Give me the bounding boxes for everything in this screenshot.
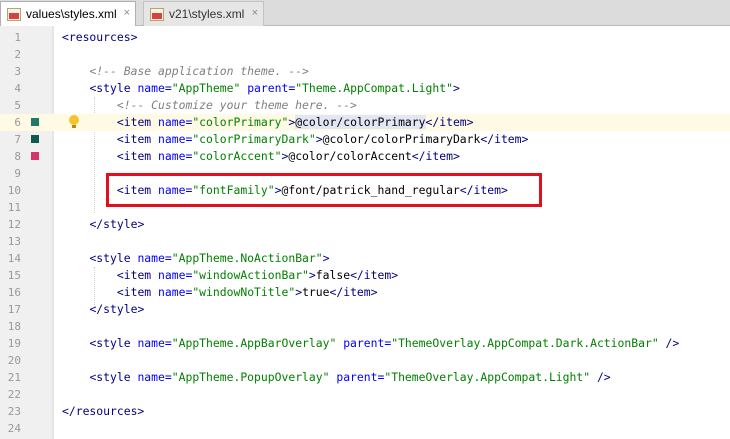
code-line-16[interactable]: 16 <item name="windowNoTitle">true</item… [0,284,730,301]
code-text: <item name="colorPrimary">@color/colorPr… [116,115,474,129]
tab-label: values\styles.xml [26,7,117,21]
line-number: 15 [7,269,21,282]
line-number: 20 [7,354,21,367]
code-text: </style> [89,217,145,231]
code-line-2[interactable]: 2 [0,46,730,63]
code-line-22[interactable]: 22 [0,386,730,403]
code-text: <item name="colorAccent">@color/colorAcc… [116,149,460,163]
line-number: 2 [14,48,21,61]
code-line-4[interactable]: 4 <style name="AppTheme" parent="Theme.A… [0,80,730,97]
line-number: 10 [7,184,21,197]
code-text: </style> [89,302,145,316]
tab-values-styles-xml[interactable]: values\styles.xml × [0,1,136,26]
close-icon[interactable]: × [252,7,258,19]
line-number: 11 [7,201,21,214]
code-text: <item name="windowActionBar">false</item… [116,268,399,282]
code-line-20[interactable]: 20 [0,352,730,369]
line-number: 16 [7,286,21,299]
line-number: 4 [14,82,21,95]
code-line-18[interactable]: 18 [0,318,730,335]
xml-file-icon [7,7,21,21]
code-text: <!-- Customize your theme here. --> [116,98,357,112]
line-number: 21 [7,371,21,384]
color-swatch-icon[interactable] [31,135,39,143]
code-line-1[interactable]: 1 <resources> [0,29,730,46]
line-number: 17 [7,303,21,316]
code-text: <style name="AppTheme.NoActionBar"> [89,251,330,265]
code-text: <!-- Base application theme. --> [89,64,309,78]
color-swatch-icon[interactable] [31,118,39,126]
code-line-24[interactable]: 24 [0,420,730,437]
code-line-6[interactable]: 6 <item name="colorPrimary">@color/color… [0,114,730,131]
code-line-19[interactable]: 19 <style name="AppTheme.AppBarOverlay" … [0,335,730,352]
code-line-21[interactable]: 21 <style name="AppTheme.PopupOverlay" p… [0,369,730,386]
line-number: 5 [14,99,21,112]
code-line-3[interactable]: 3 <!-- Base application theme. --> [0,63,730,80]
line-number: 3 [14,65,21,78]
code-text: <item name="windowNoTitle">true</item> [116,285,378,299]
code-text: <resources> [62,30,138,44]
highlight-box [106,173,542,207]
line-number: 1 [14,31,21,44]
line-number: 19 [7,337,21,350]
line-number: 6 [14,116,21,129]
close-icon[interactable]: × [124,7,130,19]
editor-tab-bar: values\styles.xml × v21\styles.xml × [0,0,730,26]
line-number: 12 [7,218,21,231]
code-line-7[interactable]: 7 <item name="colorPrimaryDark">@color/c… [0,131,730,148]
tab-label: v21\styles.xml [169,7,245,21]
code-line-5[interactable]: 5 <!-- Customize your theme here. --> [0,97,730,114]
line-number: 23 [7,405,21,418]
line-number: 8 [14,150,21,163]
line-number: 7 [14,133,21,146]
code-line-12[interactable]: 12 </style> [0,216,730,233]
code-text: <item name="colorPrimaryDark">@color/col… [116,132,529,146]
line-number: 14 [7,252,21,265]
code-text: <style name="AppTheme" parent="Theme.App… [89,81,460,95]
code-line-13[interactable]: 13 [0,233,730,250]
code-line-8[interactable]: 8 <item name="colorAccent">@color/colorA… [0,148,730,165]
line-number: 9 [14,167,21,180]
code-line-14[interactable]: 14 <style name="AppTheme.NoActionBar"> [0,250,730,267]
xml-file-icon [150,7,164,21]
code-line-23[interactable]: 23 </resources> [0,403,730,420]
line-number: 13 [7,235,21,248]
code-text: </resources> [62,404,145,418]
code-line-15[interactable]: 15 <item name="windowActionBar">false</i… [0,267,730,284]
code-text: <style name="AppTheme.AppBarOverlay" par… [89,336,680,350]
line-number: 18 [7,320,21,333]
code-text: <style name="AppTheme.PopupOverlay" pare… [89,370,611,384]
line-number: 22 [7,388,21,401]
line-number: 24 [7,422,21,435]
color-swatch-icon[interactable] [31,152,39,160]
code-line-17[interactable]: 17 </style> [0,301,730,318]
tab-v21-styles-xml[interactable]: v21\styles.xml × [143,1,264,26]
